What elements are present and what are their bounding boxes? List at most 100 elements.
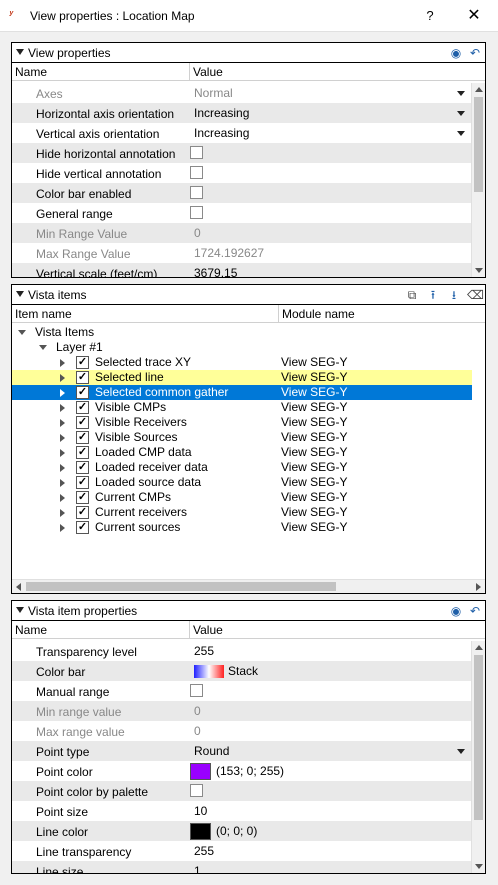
item-checkbox[interactable]: ✓ bbox=[76, 356, 89, 369]
expand-arrow-icon[interactable] bbox=[60, 524, 65, 532]
col-module-name[interactable]: Module name bbox=[282, 307, 355, 321]
reset-icon[interactable]: ↶ bbox=[467, 603, 483, 619]
property-value[interactable]: Normal bbox=[194, 86, 233, 100]
property-row[interactable]: Point size 10 bbox=[12, 801, 472, 821]
expand-arrow-icon[interactable] bbox=[60, 464, 65, 472]
collapse-icon[interactable] bbox=[16, 607, 24, 613]
tree-item[interactable]: ✓ Visible Sources View SEG-Y bbox=[12, 430, 472, 445]
property-row[interactable]: Color bar Stack bbox=[12, 661, 472, 681]
property-value[interactable]: Increasing bbox=[194, 126, 249, 140]
help-button[interactable]: ? bbox=[418, 6, 442, 26]
item-checkbox[interactable]: ✓ bbox=[76, 416, 89, 429]
expand-arrow-icon[interactable] bbox=[60, 509, 65, 517]
item-checkbox[interactable]: ✓ bbox=[76, 506, 89, 519]
property-row[interactable]: General range bbox=[12, 203, 472, 223]
col-item-name[interactable]: Item name bbox=[15, 307, 72, 321]
expand-arrow-icon[interactable] bbox=[60, 434, 65, 442]
move-up-icon[interactable]: ⭱ bbox=[425, 287, 441, 303]
view-properties-scrollbar[interactable] bbox=[471, 83, 485, 277]
property-checkbox[interactable] bbox=[190, 186, 203, 199]
expand-arrow-icon[interactable] bbox=[60, 389, 65, 397]
property-row[interactable]: Transparency level 255 bbox=[12, 641, 472, 661]
item-checkbox[interactable]: ✓ bbox=[76, 401, 89, 414]
tree-layer[interactable]: Layer #1 bbox=[12, 340, 472, 355]
tree-item[interactable]: ✓ Visible Receivers View SEG-Y bbox=[12, 415, 472, 430]
property-row[interactable]: Point color by palette bbox=[12, 781, 472, 801]
col-value[interactable]: Value bbox=[193, 65, 223, 79]
col-name[interactable]: Name bbox=[15, 65, 47, 79]
colorbar-swatch[interactable] bbox=[194, 665, 224, 678]
tree-root[interactable]: Vista Items bbox=[12, 325, 472, 340]
vista-items-hscrollbar[interactable] bbox=[12, 579, 485, 593]
scroll-left-icon[interactable] bbox=[16, 583, 21, 591]
hscroll-thumb[interactable] bbox=[26, 582, 336, 591]
col-value[interactable]: Value bbox=[193, 623, 223, 637]
color-swatch[interactable] bbox=[190, 763, 211, 780]
tree-item[interactable]: ✓ Current CMPs View SEG-Y bbox=[12, 490, 472, 505]
settings-target-icon[interactable]: ◉ bbox=[448, 45, 464, 61]
expand-arrow-icon[interactable] bbox=[60, 419, 65, 427]
tree-item[interactable]: ✓ Loaded CMP data View SEG-Y bbox=[12, 445, 472, 460]
color-swatch[interactable] bbox=[190, 823, 211, 840]
scroll-up-icon[interactable] bbox=[475, 645, 483, 650]
copy-icon[interactable]: ⧉ bbox=[404, 287, 420, 303]
property-row[interactable]: Line transparency 255 bbox=[12, 841, 472, 861]
tree-item[interactable]: ✓ Visible CMPs View SEG-Y bbox=[12, 400, 472, 415]
collapse-icon[interactable] bbox=[16, 291, 24, 297]
tree-item[interactable]: ✓ Selected trace XY View SEG-Y bbox=[12, 355, 472, 370]
vista-item-properties-header[interactable]: Vista item properties ◉ ↶ bbox=[12, 601, 485, 621]
collapse-icon[interactable] bbox=[16, 49, 24, 55]
expand-arrow-icon[interactable] bbox=[60, 494, 65, 502]
tree-item[interactable]: ✓ Loaded receiver data View SEG-Y bbox=[12, 460, 472, 475]
item-checkbox[interactable]: ✓ bbox=[76, 461, 89, 474]
tree-item[interactable]: ✓ Selected common gather View SEG-Y bbox=[12, 385, 472, 400]
chevron-down-icon[interactable] bbox=[457, 131, 465, 136]
expand-arrow-icon[interactable] bbox=[60, 374, 65, 382]
item-checkbox[interactable]: ✓ bbox=[76, 446, 89, 459]
expand-arrow-icon[interactable] bbox=[60, 479, 65, 487]
property-row[interactable]: Line color (0; 0; 0) bbox=[12, 821, 472, 841]
property-row[interactable]: Max Range Value 1724.192627 bbox=[12, 243, 472, 263]
reset-icon[interactable]: ↶ bbox=[467, 45, 483, 61]
expanded-icon[interactable] bbox=[39, 345, 47, 350]
property-row[interactable]: Line size 1 bbox=[12, 861, 472, 873]
property-checkbox[interactable] bbox=[190, 784, 203, 797]
chevron-down-icon[interactable] bbox=[457, 91, 465, 96]
chevron-down-icon[interactable] bbox=[457, 111, 465, 116]
property-row[interactable]: Axes Normal bbox=[12, 83, 472, 103]
expanded-icon[interactable] bbox=[18, 330, 26, 335]
eraser-icon[interactable]: ⌫ bbox=[467, 287, 484, 303]
close-button[interactable]: ✕ bbox=[462, 6, 486, 26]
expand-arrow-icon[interactable] bbox=[60, 404, 65, 412]
scroll-down-icon[interactable] bbox=[475, 864, 483, 869]
scroll-thumb[interactable] bbox=[474, 97, 483, 192]
property-value[interactable]: Round bbox=[194, 744, 229, 758]
property-row[interactable]: Vertical scale (feet/cm) 3679.15 bbox=[12, 263, 472, 277]
expand-arrow-icon[interactable] bbox=[60, 449, 65, 457]
property-row[interactable]: Min Range Value 0 bbox=[12, 223, 472, 243]
property-row[interactable]: Color bar enabled bbox=[12, 183, 472, 203]
property-row[interactable]: Vertical axis orientation Increasing bbox=[12, 123, 472, 143]
property-row[interactable]: Max range value 0 bbox=[12, 721, 472, 741]
property-row[interactable]: Min range value 0 bbox=[12, 701, 472, 721]
expand-arrow-icon[interactable] bbox=[60, 359, 65, 367]
property-row[interactable]: Point color (153; 0; 255) bbox=[12, 761, 472, 781]
item-checkbox[interactable]: ✓ bbox=[76, 491, 89, 504]
scroll-thumb[interactable] bbox=[474, 655, 483, 820]
property-value[interactable]: Increasing bbox=[194, 106, 249, 120]
col-name[interactable]: Name bbox=[15, 623, 47, 637]
view-properties-header[interactable]: View properties ◉ ↶ bbox=[12, 43, 485, 63]
property-row[interactable]: Horizontal axis orientation Increasing bbox=[12, 103, 472, 123]
item-checkbox[interactable]: ✓ bbox=[76, 431, 89, 444]
tree-item[interactable]: ✓ Current receivers View SEG-Y bbox=[12, 505, 472, 520]
scroll-down-icon[interactable] bbox=[475, 268, 483, 273]
move-down-icon[interactable]: ⭳ bbox=[446, 287, 462, 303]
tree-item[interactable]: ✓ Loaded source data View SEG-Y bbox=[12, 475, 472, 490]
property-row[interactable]: Point type Round bbox=[12, 741, 472, 761]
property-checkbox[interactable] bbox=[190, 166, 203, 179]
item-checkbox[interactable]: ✓ bbox=[76, 386, 89, 399]
property-checkbox[interactable] bbox=[190, 206, 203, 219]
item-checkbox[interactable]: ✓ bbox=[76, 476, 89, 489]
property-row[interactable]: Manual range bbox=[12, 681, 472, 701]
tree-item[interactable]: ✓ Selected line View SEG-Y bbox=[12, 370, 472, 385]
